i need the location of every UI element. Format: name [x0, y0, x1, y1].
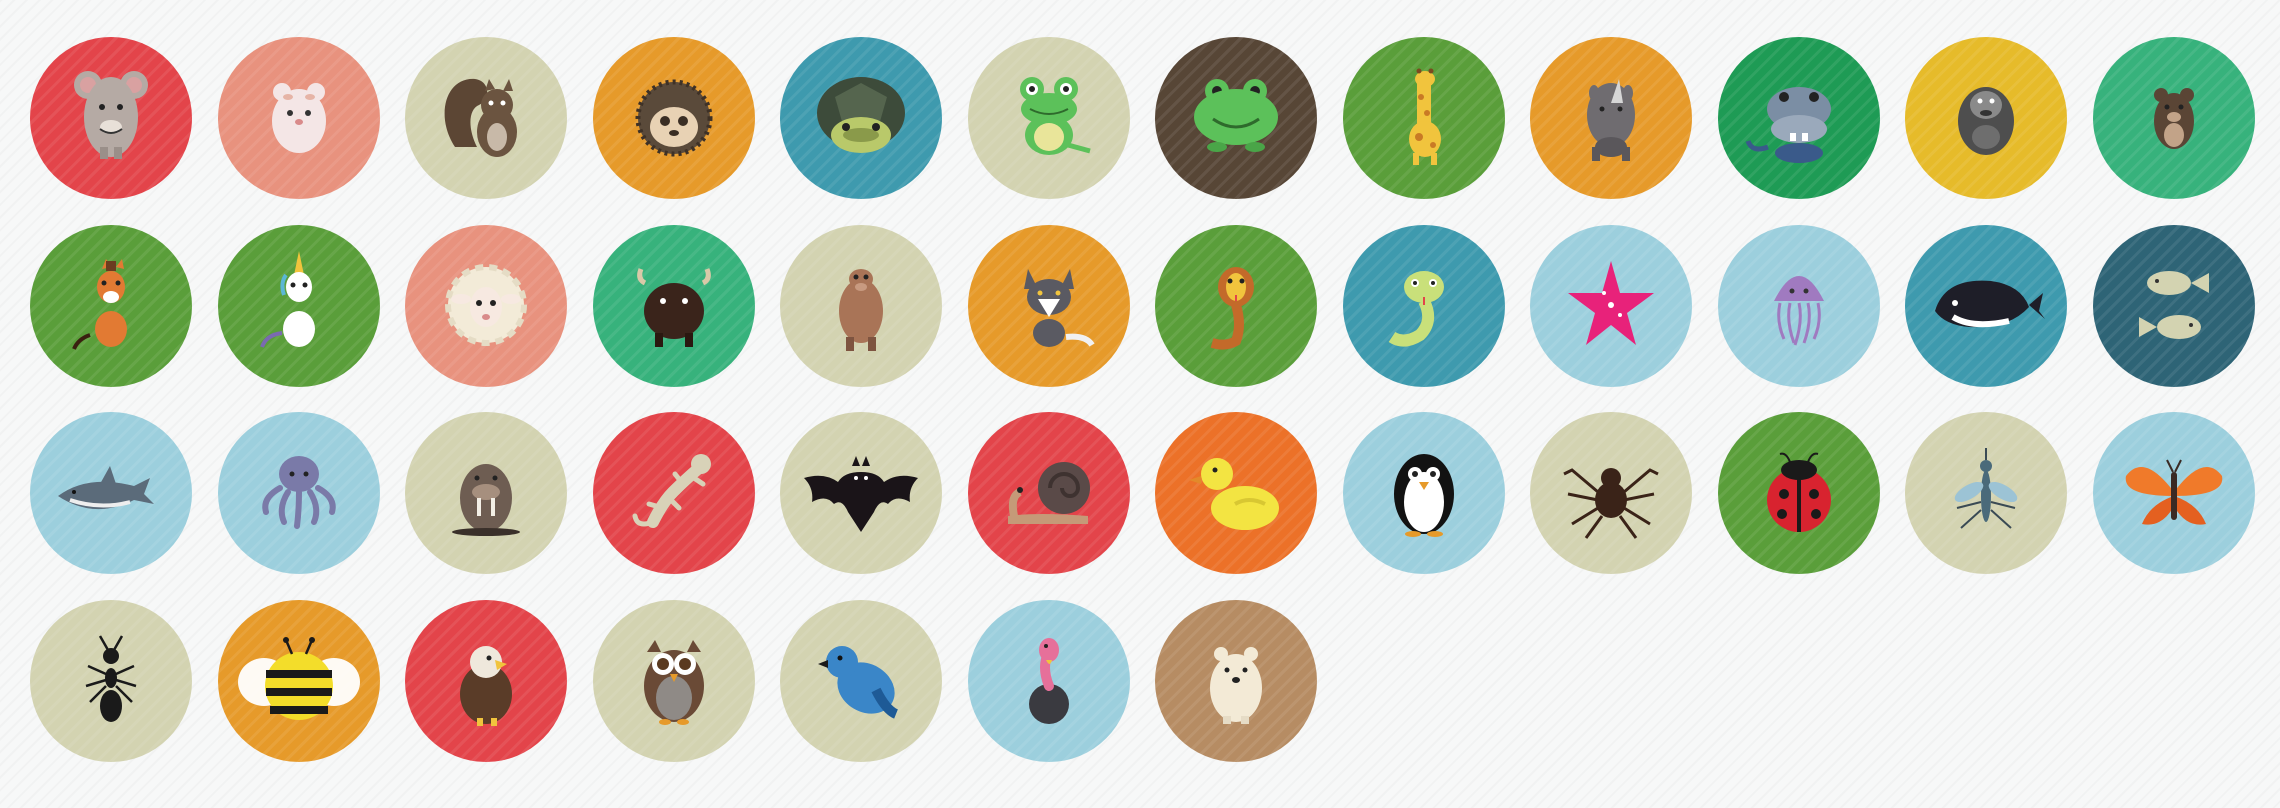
snail-icon — [967, 412, 1130, 574]
ladybug-icon — [1717, 412, 1880, 574]
polar-bear-glyph — [1210, 646, 1262, 724]
jellyfish-icon — [1717, 224, 1880, 387]
sheep-glyph — [445, 263, 527, 346]
rhino-glyph — [1587, 79, 1635, 161]
bat-icon — [780, 412, 942, 574]
starfish-glyph — [1568, 260, 1654, 345]
shark-glyph — [58, 466, 154, 510]
polar-bear-icon — [1155, 599, 1317, 762]
gorilla-glyph — [1958, 87, 2014, 155]
spider-glyph — [1563, 468, 1659, 539]
unicorn-glyph — [259, 250, 315, 348]
octopus-glyph — [261, 456, 336, 529]
cobra-icon — [1155, 224, 1317, 387]
duck-glyph — [1189, 458, 1279, 530]
hedgehog-glyph — [635, 79, 712, 157]
hedgehog-icon — [592, 37, 755, 199]
horse-glyph — [72, 258, 127, 350]
wolf-icon — [967, 224, 1130, 387]
hamster-icon — [217, 37, 380, 199]
toad-glyph — [1194, 79, 1278, 152]
gecko-icon — [592, 412, 755, 574]
bee-glyph — [237, 636, 360, 720]
snail-glyph — [1007, 462, 1090, 524]
rhino-icon — [1530, 37, 1692, 199]
ant-glyph — [85, 634, 137, 722]
mosquito-glyph — [1954, 448, 2018, 529]
duck-icon — [1155, 412, 1317, 574]
spider-icon — [1530, 412, 1692, 574]
walrus-glyph — [452, 464, 520, 536]
eagle-icon — [405, 599, 567, 762]
snake-glyph — [1388, 270, 1444, 346]
owl-glyph — [643, 639, 704, 725]
bear-glyph — [2153, 88, 2194, 149]
octopus-icon — [217, 412, 380, 574]
hippo-icon — [1717, 37, 1880, 199]
mouse-glyph — [74, 71, 148, 159]
giraffe-icon — [1342, 37, 1505, 199]
icon-grid — [0, 0, 2280, 808]
mosquito-icon — [1905, 412, 2067, 574]
snake-icon — [1342, 224, 1505, 387]
fish-glyph — [2138, 270, 2209, 339]
turtle-icon — [780, 37, 942, 199]
squirrel-glyph — [444, 78, 517, 157]
owl-icon — [592, 599, 755, 762]
bat-glyph — [804, 456, 918, 532]
jellyfish-glyph — [1773, 275, 1824, 345]
butterfly-glyph — [2125, 459, 2222, 525]
frog-glyph — [1019, 77, 1091, 155]
giraffe-glyph — [1408, 68, 1441, 165]
eagle-glyph — [460, 645, 512, 726]
bear-icon — [2092, 37, 2255, 199]
camel-glyph — [839, 268, 883, 351]
bee-icon — [217, 599, 380, 762]
turtle-glyph — [817, 77, 905, 153]
penguin-icon — [1342, 412, 1505, 574]
whale-glyph — [1935, 280, 2045, 327]
camel-icon — [780, 224, 942, 387]
sheep-icon — [405, 224, 567, 387]
gecko-glyph — [632, 454, 711, 528]
ant-icon — [30, 599, 192, 762]
vulture-glyph — [1028, 637, 1069, 724]
fish-icon — [2092, 224, 2255, 387]
shark-icon — [30, 412, 192, 574]
whale-icon — [1905, 224, 2067, 387]
cobra-glyph — [1210, 266, 1254, 350]
horse-icon — [30, 224, 192, 387]
unicorn-icon — [217, 224, 380, 387]
penguin-glyph — [1393, 454, 1454, 537]
toad-icon — [1155, 37, 1317, 199]
frog-icon — [967, 37, 1130, 199]
bison-icon — [592, 224, 755, 387]
bison-glyph — [636, 267, 711, 347]
vulture-icon — [967, 599, 1130, 762]
ladybug-glyph — [1766, 452, 1831, 532]
gorilla-icon — [1905, 37, 2067, 199]
walrus-icon — [405, 412, 567, 574]
bluebird-icon — [780, 599, 942, 762]
squirrel-icon — [405, 37, 567, 199]
butterfly-icon — [2092, 412, 2255, 574]
hippo-glyph — [1745, 87, 1831, 163]
bluebird-glyph — [818, 645, 899, 719]
hamster-glyph — [271, 83, 326, 153]
wolf-glyph — [1023, 268, 1095, 347]
mouse-icon — [30, 37, 192, 199]
starfish-icon — [1530, 224, 1692, 387]
